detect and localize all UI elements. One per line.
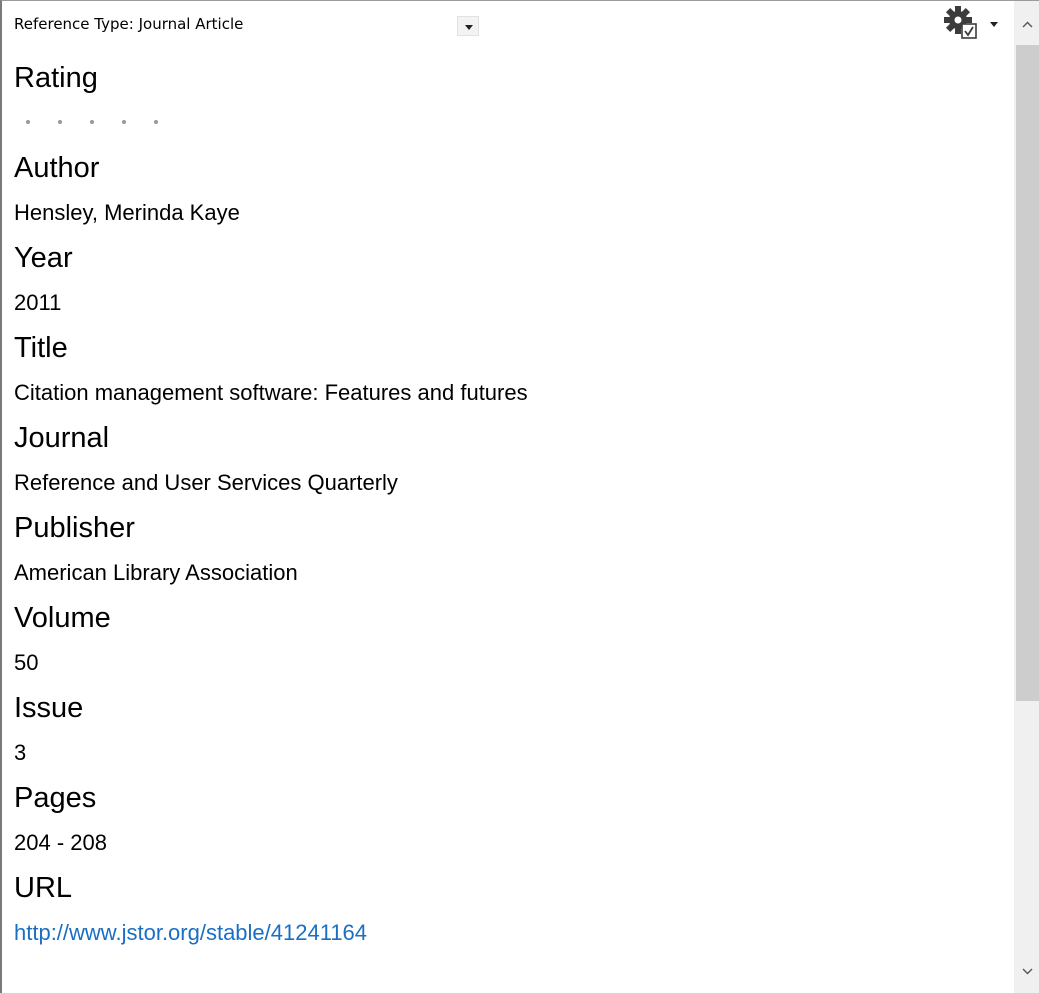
rating-star-4[interactable] xyxy=(122,120,126,124)
field-value-publisher[interactable]: American Library Association xyxy=(14,560,1004,585)
scrollbar-thumb[interactable] xyxy=(1016,45,1039,701)
reference-type-bar: Reference Type: Journal Article xyxy=(2,1,1014,45)
reference-type-selector[interactable]: Reference Type: Journal Article xyxy=(14,15,243,33)
reference-type-label: Reference Type: xyxy=(14,15,134,33)
field-label-url: URL xyxy=(14,872,73,904)
field-label-issue: Issue xyxy=(14,692,84,724)
caret-down-icon xyxy=(990,22,998,27)
chevron-up-icon xyxy=(1022,21,1033,28)
rating-stars[interactable] xyxy=(14,110,1004,135)
field-label-publisher: Publisher xyxy=(14,512,135,544)
field-value-volume[interactable]: 50 xyxy=(14,650,1004,675)
field-value-journal[interactable]: Reference and User Services Quarterly xyxy=(14,470,1004,495)
field-value-pages[interactable]: 204 - 208 xyxy=(14,830,1004,855)
reference-type-value: Journal Article xyxy=(138,15,244,33)
rating-star-3[interactable] xyxy=(90,120,94,124)
field-label-rating: Rating xyxy=(14,62,98,94)
field-label-pages: Pages xyxy=(14,782,97,814)
field-value-issue[interactable]: 3 xyxy=(14,740,1004,765)
settings-menu-button[interactable] xyxy=(942,6,1000,42)
gear-check-icon xyxy=(944,6,977,39)
rating-star-2[interactable] xyxy=(58,120,62,124)
vertical-scrollbar[interactable] xyxy=(1014,1,1039,993)
field-value-year[interactable]: 2011 xyxy=(14,290,1004,315)
chevron-down-icon xyxy=(1022,968,1033,975)
field-label-journal: Journal xyxy=(14,422,110,454)
reference-type-dropdown-button[interactable] xyxy=(457,16,479,36)
reference-fields: Rating Author Hensley, Merinda Kaye Year… xyxy=(14,61,1004,961)
field-value-title[interactable]: Citation management software: Features a… xyxy=(14,380,1004,405)
field-label-year: Year xyxy=(14,242,73,274)
scroll-down-button[interactable] xyxy=(1014,952,1039,993)
field-label-author: Author xyxy=(14,152,100,184)
field-label-title: Title xyxy=(14,332,68,364)
scroll-up-button[interactable] xyxy=(1014,1,1039,43)
reference-panel: Reference Type: Journal Article Rating A… xyxy=(0,0,1039,993)
field-label-volume: Volume xyxy=(14,602,111,634)
rating-star-5[interactable] xyxy=(154,120,158,124)
rating-star-1[interactable] xyxy=(26,120,30,124)
field-value-author[interactable]: Hensley, Merinda Kaye xyxy=(14,200,1004,225)
field-value-url-link[interactable]: http://www.jstor.org/stable/41241164 xyxy=(14,920,1004,945)
